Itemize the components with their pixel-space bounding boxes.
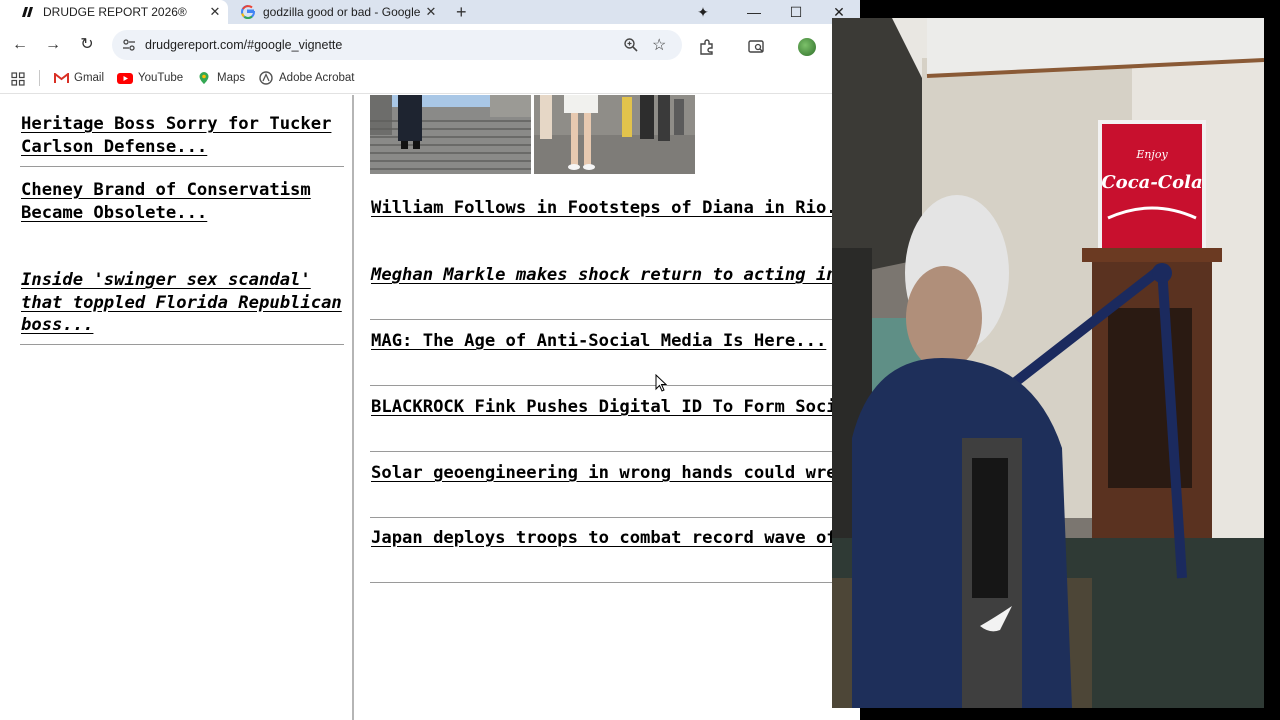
zoom-icon[interactable] [623, 37, 639, 53]
new-tab-icon[interactable]: + [456, 2, 467, 22]
headline-link[interactable]: Meghan Markle makes shock return to acti… [371, 264, 860, 287]
bookmark-gmail[interactable]: Gmail [53, 70, 104, 86]
headline-link[interactable]: Heritage Boss Sorry for Tucker Carlson D… [21, 113, 346, 158]
reload-icon[interactable]: ↻ [77, 35, 97, 55]
url-text[interactable]: drudgereport.com/#google_vignette [145, 38, 342, 52]
tab-title: godzilla good or bad - Google [263, 5, 421, 19]
headline-link[interactable]: MAG: The Age of Anti-Social Media Is Her… [371, 330, 860, 353]
extensions-icon[interactable] [698, 38, 716, 56]
headline-link[interactable]: BLACKROCK Fink Pushes Digital ID To Form… [371, 396, 860, 419]
bookmark-label: Gmail [74, 72, 105, 84]
bookmark-maps[interactable]: Maps [196, 70, 245, 86]
webcam-overlay: Enjoy Coca-Cola [832, 18, 1264, 708]
address-bar[interactable]: drudgereport.com/#google_vignette ☆ [112, 30, 682, 60]
bookmark-star-icon[interactable]: ☆ [652, 35, 666, 55]
gemini-sparkle-icon[interactable]: ✦ [683, 0, 723, 24]
headline-divider [370, 385, 832, 386]
headline-divider [370, 451, 832, 452]
mouse-cursor-icon [655, 374, 667, 392]
maximize-icon[interactable]: ☐ [776, 0, 816, 24]
bookmark-label: Maps [217, 72, 246, 84]
bookmark-label: YouTube [138, 72, 184, 84]
profile-avatar-icon[interactable] [798, 38, 816, 56]
bookmark-adobe-acrobat[interactable]: Adobe Acrobat [258, 70, 354, 86]
sign-text-line1: Enjoy [1135, 148, 1168, 161]
site-settings-icon[interactable] [122, 38, 136, 52]
browser-toolbar: ← → ↻ drudgereport.com/#google_vignette … [0, 24, 860, 62]
headline-divider [370, 319, 832, 320]
google-favicon-icon [240, 4, 256, 20]
tab-title: DRUDGE REPORT 2026® [43, 5, 187, 19]
headline-divider [370, 517, 832, 518]
sign-text-line2: Coca-Cola [1101, 172, 1202, 193]
news-photo-steps[interactable] [370, 95, 531, 174]
headline-divider [370, 582, 832, 583]
drudge-favicon-icon [20, 4, 36, 20]
youtube-icon [117, 71, 133, 85]
back-icon[interactable]: ← [10, 35, 30, 55]
apps-grid-icon[interactable] [11, 72, 25, 86]
gmail-icon [53, 71, 69, 85]
headline-link[interactable]: Inside 'swinger sex scandal' that topple… [21, 269, 346, 337]
headline-link[interactable]: Cheney Brand of Conservatism Became Obso… [21, 179, 346, 224]
bookmark-youtube[interactable]: YouTube [117, 70, 183, 86]
drudge-page: Heritage Boss Sorry for Tucker Carlson D… [0, 95, 860, 720]
bookmark-label: Adobe Acrobat [279, 72, 355, 84]
headline-link[interactable]: William Follows in Footsteps of Diana in… [371, 197, 860, 220]
headline-divider [20, 166, 344, 167]
headline-divider [20, 344, 344, 345]
tab-google-search[interactable]: godzilla good or bad - Google ✕ [232, 0, 446, 24]
headline-link[interactable]: Solar geoengineering in wrong hands coul… [371, 462, 860, 485]
forward-icon[interactable]: → [43, 35, 63, 55]
bookmarks-bar: Gmail YouTube Maps Adobe Acrobat [0, 62, 860, 94]
minimize-icon[interactable]: — [734, 0, 774, 24]
tab-drudge-report[interactable]: DRUDGE REPORT 2026® ✕ [0, 0, 228, 24]
column-divider [352, 95, 354, 720]
close-tab-icon[interactable]: ✕ [208, 5, 222, 19]
browser-window: DRUDGE REPORT 2026® ✕ godzilla good or b… [0, 0, 860, 720]
tab-search-icon[interactable] [748, 39, 766, 55]
bookmarks-separator [39, 70, 40, 86]
tab-strip: DRUDGE REPORT 2026® ✕ godzilla good or b… [0, 0, 860, 24]
acrobat-icon [258, 71, 274, 85]
close-tab-icon[interactable]: ✕ [424, 5, 438, 19]
maps-icon [196, 71, 212, 85]
coca-cola-sign: Enjoy Coca-Cola [1098, 120, 1206, 264]
headline-link[interactable]: Japan deploys troops to combat record wa… [371, 527, 860, 550]
news-photo-crowd[interactable] [534, 95, 695, 174]
